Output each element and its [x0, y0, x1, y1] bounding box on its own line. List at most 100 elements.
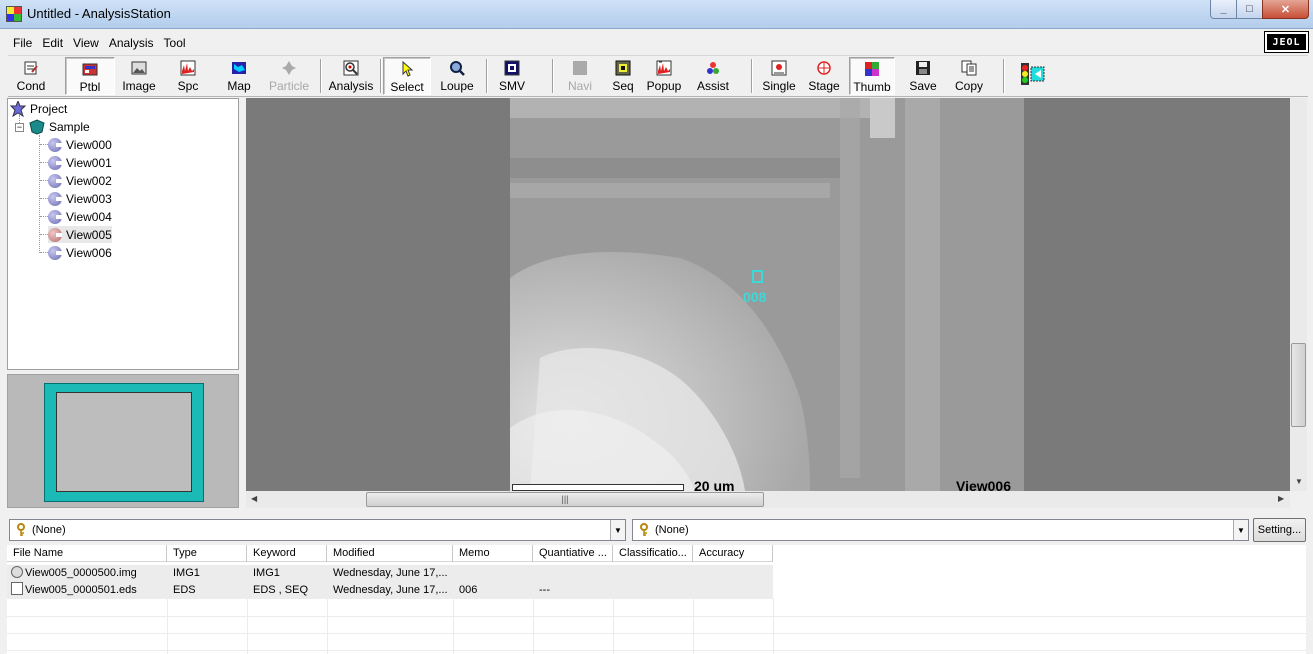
menu-analysis[interactable]: Analysis: [104, 33, 159, 54]
seq-button[interactable]: Seq: [608, 57, 638, 95]
navi-icon: [572, 60, 588, 76]
maximize-button[interactable]: □: [1236, 0, 1263, 19]
table-row[interactable]: View005_0000501.eds EDS EDS , SEQ Wednes…: [7, 582, 773, 599]
table-row[interactable]: View005_0000500.img IMG1 IMG1 Wednesday,…: [7, 565, 773, 582]
column-classification[interactable]: Classificatio...: [613, 545, 693, 562]
horizontal-scrollbar[interactable]: ◀ ||| ▶: [246, 491, 1290, 508]
scale-bar-label: 20 um: [694, 478, 735, 491]
window-title: Untitled - AnalysisStation: [27, 6, 171, 21]
particle-button[interactable]: Particle: [266, 57, 312, 95]
horizontal-scroll-thumb[interactable]: |||: [366, 492, 764, 507]
image-viewer[interactable]: 008 20 um View006: [246, 98, 1306, 491]
column-file-name[interactable]: File Name: [7, 545, 167, 562]
tree-connector: [40, 180, 48, 181]
smv-button[interactable]: SMV: [492, 57, 532, 95]
overview-frame[interactable]: [44, 383, 204, 502]
select-button[interactable]: Select: [383, 57, 431, 95]
toolbar-separator: [486, 59, 488, 93]
tree-item-view000[interactable]: View000: [48, 136, 112, 153]
stage-icon: [816, 60, 832, 76]
traffic-light-button[interactable]: [1016, 57, 1048, 95]
vertical-scrollbar[interactable]: ▼: [1290, 98, 1307, 491]
project-tree: Project − Sample View000 View001 View002…: [7, 98, 239, 370]
sem-micrograph: [510, 98, 1024, 491]
analysis-button[interactable]: Analysis: [326, 57, 376, 95]
tree-item-sample[interactable]: Sample: [29, 118, 90, 135]
ptbl-button[interactable]: Ptbl: [65, 57, 115, 95]
navi-button[interactable]: Navi: [562, 57, 598, 95]
menu-view[interactable]: View: [68, 33, 104, 54]
grid-line: [613, 598, 614, 654]
menu-tool[interactable]: Tool: [159, 33, 191, 54]
filter-combo-right[interactable]: (None) ▼: [632, 519, 1249, 541]
minimize-button[interactable]: _: [1210, 0, 1237, 19]
analysis-point-label: 008: [743, 289, 767, 305]
map-icon: [231, 60, 247, 76]
popup-button[interactable]: Popup: [645, 57, 683, 95]
menu-edit[interactable]: Edit: [37, 33, 68, 54]
overview-panel: [7, 374, 239, 508]
cond-button[interactable]: Cond: [8, 57, 54, 95]
thumb-button[interactable]: Thumb: [849, 57, 895, 95]
column-accuracy[interactable]: Accuracy: [693, 545, 773, 562]
scroll-left-arrow-icon[interactable]: ◀: [251, 494, 257, 503]
column-quantitative[interactable]: Quantiative ...: [533, 545, 613, 562]
close-button[interactable]: ✕: [1262, 0, 1309, 19]
vertical-scroll-thumb[interactable]: [1291, 343, 1306, 427]
column-memo[interactable]: Memo: [453, 545, 533, 562]
toolbar-separator: [320, 59, 322, 93]
scale-bar: [512, 484, 684, 491]
file-keyword: IMG1: [253, 567, 280, 579]
tree-item-view004[interactable]: View004: [48, 208, 112, 225]
scroll-down-arrow-icon[interactable]: ▼: [1295, 477, 1303, 486]
floppy-disk-icon: [915, 60, 931, 76]
column-type[interactable]: Type: [167, 545, 247, 562]
file-modified: Wednesday, June 17,...: [333, 584, 448, 596]
dropdown-arrow-icon[interactable]: ▼: [610, 520, 625, 540]
file-name: View005_0000501.eds: [25, 584, 137, 596]
map-button[interactable]: Map: [220, 57, 258, 95]
save-button[interactable]: Save: [905, 57, 941, 95]
column-modified[interactable]: Modified: [327, 545, 453, 562]
single-icon: [771, 60, 787, 76]
file-class: [613, 582, 693, 599]
tree-connector: [40, 216, 48, 217]
traffic-light-icon: [1018, 61, 1046, 87]
sem-image[interactable]: [510, 98, 1024, 491]
view-icon: [48, 173, 62, 188]
filter-combo-left[interactable]: (None) ▼: [9, 519, 626, 541]
loupe-button[interactable]: Loupe: [437, 57, 477, 95]
spc-button[interactable]: Spc: [170, 57, 206, 95]
grid-line: [7, 650, 1306, 651]
toolbar-separator: [380, 59, 382, 93]
tree-item-view005[interactable]: View005: [48, 226, 112, 243]
tree-item-view001[interactable]: View001: [48, 154, 112, 171]
column-keyword[interactable]: Keyword: [247, 545, 327, 562]
scroll-right-arrow-icon[interactable]: ▶: [1278, 494, 1284, 503]
periodic-table-icon: [82, 61, 98, 77]
menu-bar: File Edit View Analysis Tool: [8, 33, 1308, 54]
tree-item-project[interactable]: Project: [9, 99, 67, 117]
setting-button[interactable]: Setting...: [1253, 518, 1306, 542]
analysis-point-marker[interactable]: [752, 270, 763, 283]
particle-icon: [281, 60, 297, 76]
copy-button[interactable]: Copy: [950, 57, 988, 95]
image-file-icon: [11, 566, 23, 578]
tree-item-view006[interactable]: View006: [48, 244, 112, 261]
key-icon: [639, 523, 649, 537]
assist-button[interactable]: Assist: [693, 57, 733, 95]
file-name: View005_0000500.img: [25, 567, 137, 579]
stage-button[interactable]: Stage: [805, 57, 843, 95]
tree-connector: [40, 252, 48, 253]
tree-item-view002[interactable]: View002: [48, 172, 112, 189]
toolbar-separator: [1003, 59, 1005, 93]
single-button[interactable]: Single: [758, 57, 800, 95]
file-class: [613, 565, 693, 582]
dropdown-arrow-icon[interactable]: ▼: [1233, 520, 1248, 540]
tree-connector: [40, 144, 48, 145]
grid-line: [453, 598, 454, 654]
tree-expander[interactable]: −: [15, 123, 24, 132]
image-button[interactable]: Image: [118, 57, 160, 95]
tree-item-view003[interactable]: View003: [48, 190, 112, 207]
menu-file[interactable]: File: [8, 33, 37, 54]
